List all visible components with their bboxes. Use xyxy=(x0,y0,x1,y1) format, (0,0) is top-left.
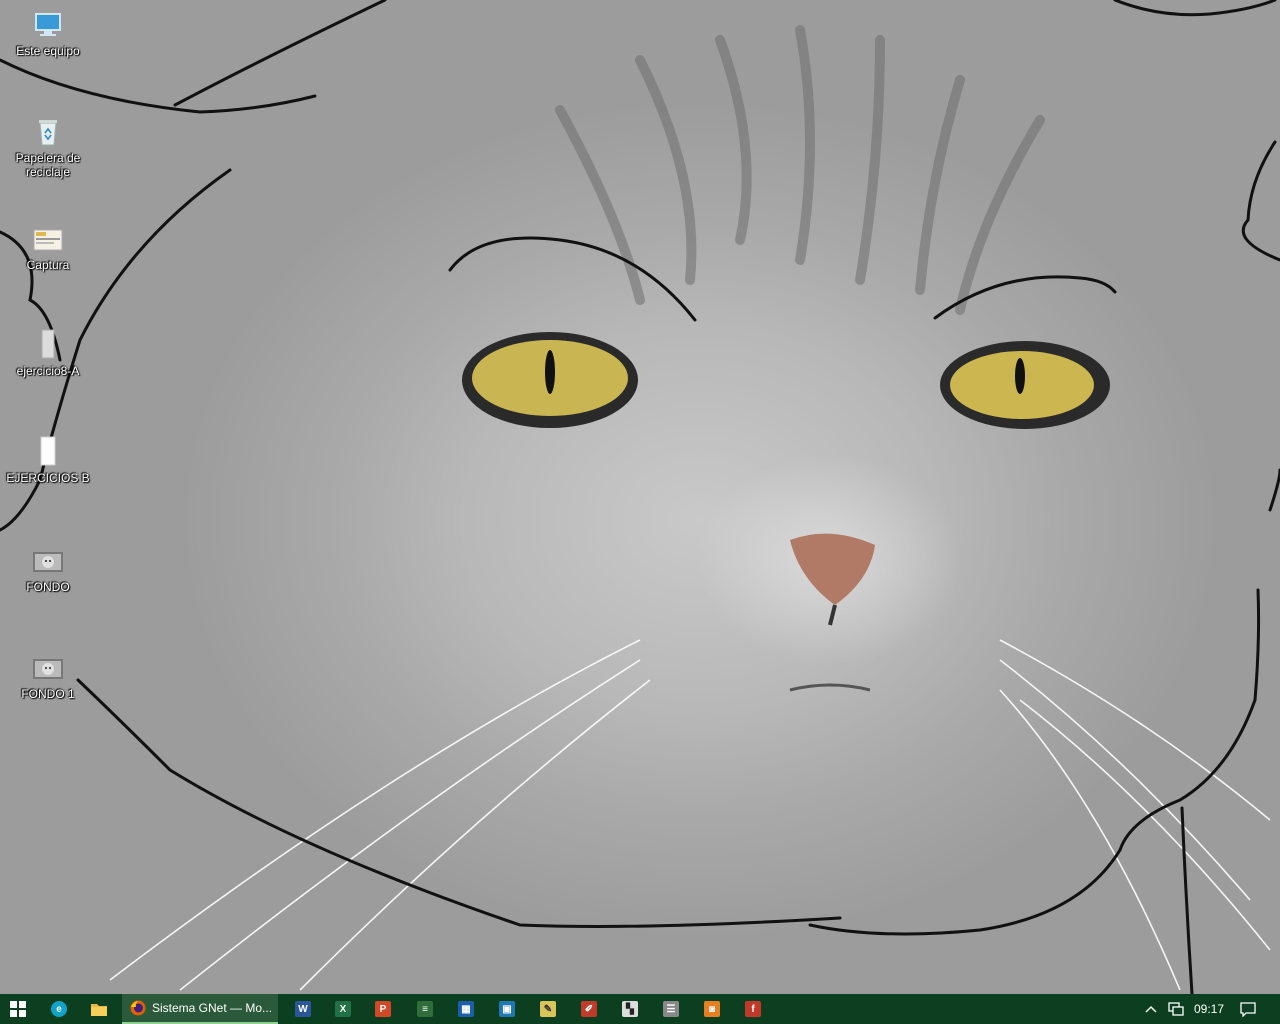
taskbar-app1-button[interactable]: ≡ xyxy=(408,994,442,1024)
taskbar-word-button[interactable]: W xyxy=(286,994,320,1024)
desktop-icon-label: Papelera de reciclaje xyxy=(15,151,81,179)
desktop-icon-label: Captura xyxy=(26,258,70,272)
desktop-icon-este-equipo[interactable]: Este equipo xyxy=(2,8,94,58)
desktop-icon-label: ejercicio8-A xyxy=(16,364,80,378)
image-file-icon xyxy=(31,222,65,256)
start-button[interactable] xyxy=(0,994,36,1024)
paint-icon: ✐ xyxy=(581,1001,597,1017)
stack-icon: ☰ xyxy=(663,1001,679,1017)
taskbar-clock[interactable]: 09:17 xyxy=(1190,994,1228,1024)
desktop-icon-fondo[interactable]: FONDO xyxy=(2,544,94,594)
cat-wallpaper xyxy=(0,0,1280,994)
document-icon xyxy=(31,328,65,362)
network-icon xyxy=(1168,1002,1184,1016)
firefox-icon xyxy=(130,1000,146,1016)
taskbar-task-label: Sistema GNet — Mo... xyxy=(152,1001,273,1015)
taskbar-excel-button[interactable]: X xyxy=(326,994,360,1024)
desktop-icon-captura[interactable]: Captura xyxy=(2,222,94,272)
desktop-icon-label: Este equipo xyxy=(16,44,80,58)
document-icon xyxy=(31,435,65,469)
taskbar-app9-button[interactable]: f xyxy=(736,994,770,1024)
taskbar-app2-button[interactable]: ▦ xyxy=(449,994,483,1024)
network-status-button[interactable] xyxy=(1164,994,1188,1024)
chevron-up-icon xyxy=(1145,1005,1157,1013)
taskbar-app3-button[interactable]: ▣ xyxy=(490,994,524,1024)
taskbar-app4-button[interactable]: ✎ xyxy=(531,994,565,1024)
taskbar-firefox-task[interactable]: Sistema GNet — Mo... xyxy=(122,994,278,1024)
desktop-icon-papelera[interactable]: Papelera de reciclaje xyxy=(2,115,94,179)
desktop-icon-ejercicios-b[interactable]: EJERCICIOS B xyxy=(2,435,94,485)
chess-icon: ▚ xyxy=(622,1001,638,1017)
monitor-app-icon: ▣ xyxy=(499,1001,515,1017)
taskbar-edge-button[interactable]: e xyxy=(42,994,76,1024)
flash-icon: f xyxy=(745,1001,761,1017)
excel-icon: X xyxy=(335,1001,351,1017)
image-file-icon xyxy=(31,544,65,578)
taskbar-app7-button[interactable]: ☰ xyxy=(654,994,688,1024)
taskbar-app6-button[interactable]: ▚ xyxy=(613,994,647,1024)
file-explorer-icon xyxy=(91,1004,107,1016)
word-icon: W xyxy=(295,1001,311,1017)
orange-app-icon: ◙ xyxy=(704,1001,720,1017)
notification-icon xyxy=(1240,1001,1256,1017)
show-hidden-icons-button[interactable] xyxy=(1140,994,1162,1024)
desktop-icon-label: EJERCICIOS B xyxy=(6,471,90,485)
taskbar-powerpoint-button[interactable]: P xyxy=(366,994,400,1024)
desktop: Este equipo Papelera de reciclaje Captur… xyxy=(0,0,1280,994)
desktop-icon-ejercicio8a[interactable]: ejercicio8-A xyxy=(2,328,94,378)
computer-icon xyxy=(31,8,65,42)
action-center-button[interactable] xyxy=(1234,994,1262,1024)
edge-icon: e xyxy=(51,1001,67,1017)
desktop-icon-fondo-1[interactable]: FONDO 1 xyxy=(2,651,94,701)
windows-start-icon xyxy=(10,1001,26,1017)
taskbar-app5-button[interactable]: ✐ xyxy=(572,994,606,1024)
taskbar: e Sistema GNet — Mo... W X P ≡ ▦ ▣ ✎ ✐ ▚… xyxy=(0,994,1280,1024)
taskbar-explorer-button[interactable] xyxy=(82,994,116,1024)
recycle-bin-icon xyxy=(31,115,65,149)
calculator-icon: ▦ xyxy=(458,1001,474,1017)
desktop-icon-label: FONDO 1 xyxy=(21,687,75,701)
desktop-icon-label: FONDO xyxy=(26,580,70,594)
taskbar-app8-button[interactable]: ◙ xyxy=(695,994,729,1024)
image-file-icon xyxy=(31,651,65,685)
notepad-icon: ✎ xyxy=(540,1001,556,1017)
powerpoint-icon: P xyxy=(375,1001,391,1017)
green-app-icon: ≡ xyxy=(417,1001,433,1017)
